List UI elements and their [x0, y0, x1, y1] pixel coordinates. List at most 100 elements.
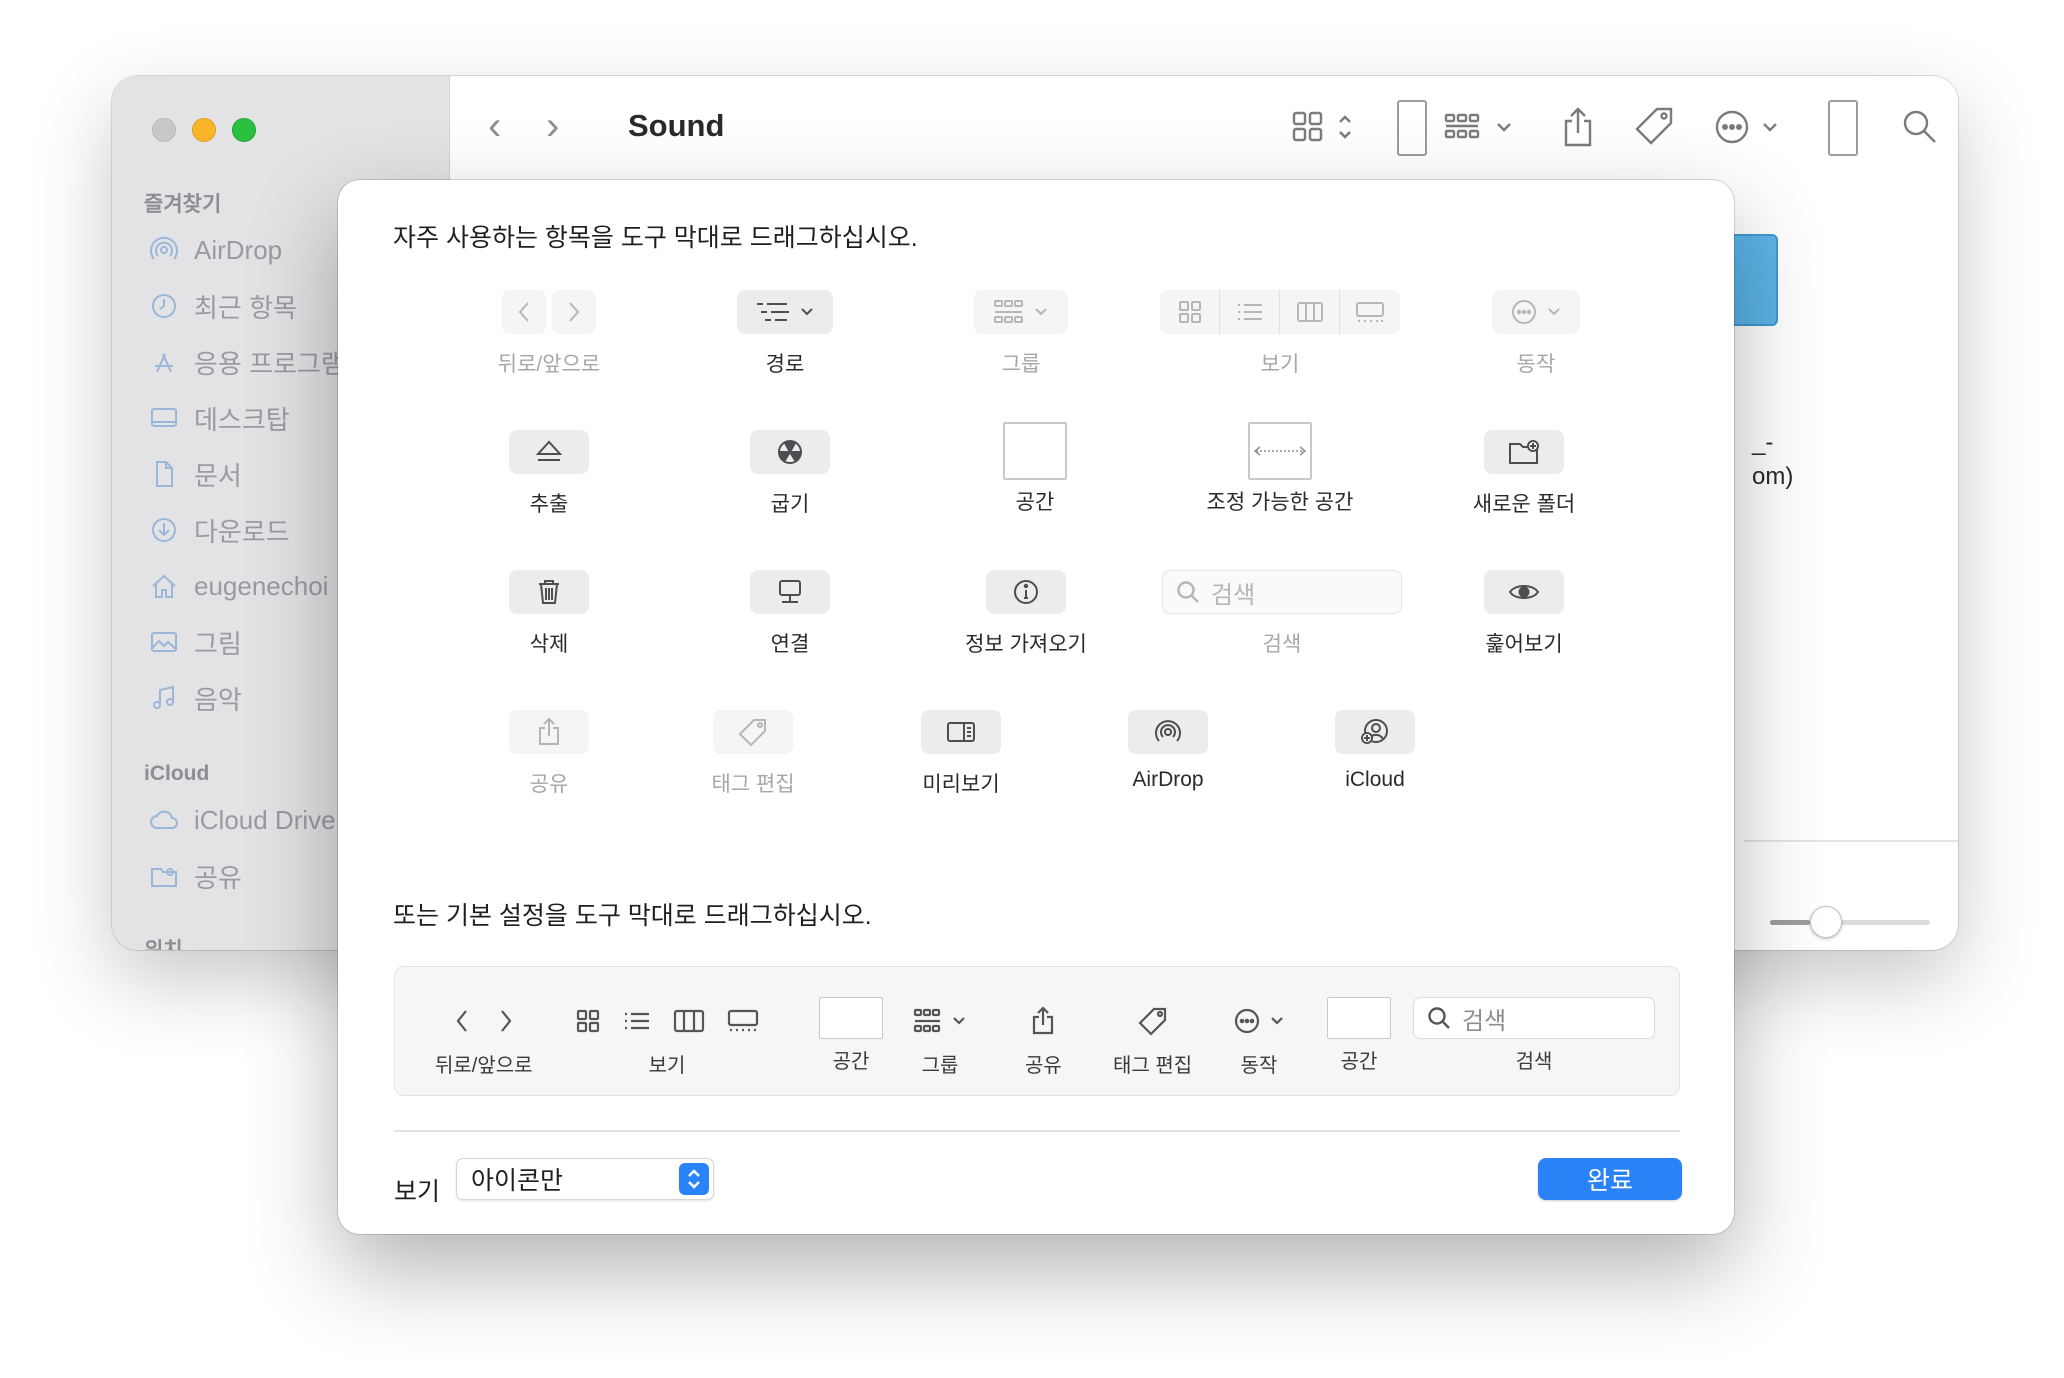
palette-back-forward[interactable]: 뒤로/앞으로 — [439, 290, 659, 378]
search-icon — [1177, 581, 1199, 603]
sidebar-item-label: 다운로드 — [194, 516, 290, 547]
eye-icon — [1508, 585, 1540, 599]
icon-size-slider-knob[interactable] — [1810, 906, 1842, 938]
columns-icon — [673, 1009, 705, 1033]
search-icon — [1428, 1007, 1450, 1029]
default-search: 검색 검색 — [1413, 997, 1655, 1074]
chevron-down-icon — [953, 1017, 965, 1025]
palette-path[interactable]: 경로 — [675, 290, 895, 378]
show-popup-button[interactable]: 아이콘만 — [456, 1158, 714, 1200]
burn-icon — [778, 440, 802, 464]
palette-label: 그룹 — [1001, 353, 1041, 376]
palette-new-folder[interactable]: 새로운 폴더 — [1414, 430, 1634, 518]
connect-server-icon — [779, 580, 801, 603]
back-button[interactable]: ‹ — [488, 106, 501, 146]
music-icon — [148, 682, 180, 714]
sidebar-item-label: 응용 프로그램 — [194, 348, 345, 379]
palette-icloud[interactable]: iCloud — [1265, 710, 1485, 792]
sidebar-item-airdrop[interactable]: AirDrop — [148, 230, 282, 270]
chevron-left-icon — [502, 290, 546, 334]
palette-share[interactable]: 공유 — [439, 710, 659, 798]
share-button[interactable] — [1556, 104, 1600, 150]
close-button[interactable] — [152, 118, 176, 142]
ellipsis-icon — [1234, 1008, 1260, 1034]
forward-button[interactable]: › — [546, 106, 559, 146]
search-placeholder: 검색 — [1462, 1007, 1507, 1035]
sidebar-item-desktop[interactable]: 데스크탑 — [148, 398, 290, 438]
customize-toolbar-sheet: 자주 사용하는 항목을 도구 막대로 드래그하십시오. 뒤로/앞으로 경로 그룹 — [338, 180, 1734, 1234]
sidebar-item-label: eugenechoi — [194, 570, 329, 601]
palette-label: 경로 — [765, 353, 805, 376]
show-popup-value: 아이콘만 — [471, 1167, 564, 1195]
view-mode-button[interactable] — [1288, 104, 1362, 150]
cloud-icon — [148, 804, 180, 836]
group-icon — [994, 300, 1023, 323]
folder-icon[interactable] — [1730, 234, 1778, 326]
toolbar-space — [1828, 100, 1858, 156]
palette-connect[interactable]: 연결 — [680, 570, 900, 658]
palette-airdrop[interactable]: AirDrop — [1058, 710, 1278, 792]
instruction-text: 또는 기본 설정을 도구 막대로 드래그하십시오. — [393, 902, 872, 930]
done-button[interactable]: 완료 — [1538, 1158, 1682, 1200]
palette-eject[interactable]: 추출 — [439, 430, 659, 518]
palette-space[interactable]: 공간 — [925, 422, 1145, 516]
sidebar-item-home[interactable]: eugenechoi — [148, 566, 328, 606]
chevron-left-icon — [456, 1010, 467, 1032]
tag-icon — [1138, 1007, 1166, 1036]
palette-view[interactable]: 보기 — [1150, 290, 1410, 378]
sidebar-item-music[interactable]: 음악 — [148, 678, 242, 718]
palette-label: 훑어보기 — [1485, 633, 1563, 656]
space-box — [1327, 997, 1391, 1039]
sidebar-item-documents[interactable]: 문서 — [148, 454, 242, 494]
palette-get-info[interactable]: 정보 가져오기 — [916, 570, 1136, 658]
palette-search[interactable]: 검색 검색 — [1152, 570, 1412, 658]
icloud-sharing-icon — [1361, 719, 1388, 744]
sidebar-item-icloud-drive[interactable]: iCloud Drive — [148, 800, 336, 840]
default-label: 공간 — [832, 1051, 870, 1073]
palette-flexible-space[interactable]: 조정 가능한 공간 — [1170, 422, 1390, 516]
sidebar-item-downloads[interactable]: 다운로드 — [148, 510, 290, 550]
tags-button[interactable] — [1632, 104, 1678, 150]
palette-action[interactable]: 동작 — [1426, 290, 1646, 378]
document-icon — [148, 458, 180, 490]
sidebar-item-shared[interactable]: 공유 — [148, 856, 242, 896]
palette-label: AirDrop — [1132, 768, 1204, 791]
share-icon — [539, 717, 559, 745]
palette-label: 공유 — [529, 773, 569, 796]
toolbar-space — [1397, 100, 1427, 156]
palette-edit-tags[interactable]: 태그 편집 — [643, 710, 863, 798]
space-box — [1003, 422, 1067, 480]
status-bar-divider — [1744, 840, 1958, 842]
default-label: 검색 — [1515, 1051, 1553, 1073]
sidebar-item-pictures[interactable]: 그림 — [148, 622, 242, 662]
action-button[interactable] — [1712, 104, 1792, 150]
clock-icon — [148, 290, 180, 322]
palette-burn[interactable]: 굽기 — [680, 430, 900, 518]
palette-delete[interactable]: 삭제 — [439, 570, 659, 658]
screen: 즐겨찾기 AirDrop 최근 항목 응용 프로그램 데스크탑 문서 다운로드 … — [0, 0, 2064, 1378]
palette-label: 동작 — [1516, 353, 1556, 376]
search-icon — [1903, 110, 1936, 143]
sidebar-section-favorites: 즐겨찾기 — [144, 193, 222, 216]
search-button[interactable] — [1898, 104, 1942, 150]
default-label: 보기 — [648, 1055, 686, 1077]
group-button[interactable] — [1442, 104, 1522, 150]
palette-quick-look[interactable]: 훑어보기 — [1414, 570, 1634, 658]
sidebar-item-recents[interactable]: 최근 항목 — [148, 286, 297, 326]
ellipsis-icon — [1512, 300, 1536, 324]
default-label: 그룹 — [921, 1055, 959, 1077]
file-name-line: om) — [1752, 463, 1794, 490]
palette-group[interactable]: 그룹 — [911, 290, 1131, 378]
trash-icon — [539, 580, 559, 604]
updown-chevron-icon — [679, 1163, 709, 1195]
group-icon — [1444, 113, 1511, 139]
minimize-button[interactable] — [192, 118, 216, 142]
search-placeholder: 검색 — [1211, 581, 1256, 609]
sidebar-item-applications[interactable]: 응용 프로그램 — [148, 342, 345, 382]
palette-preview[interactable]: 미리보기 — [851, 710, 1071, 798]
chevron-right-icon — [552, 290, 596, 334]
icon-grid-icon — [1160, 290, 1220, 334]
default-toolbar-set[interactable]: 뒤로/앞으로 보기 공간 그룹 공유 태그 편집 동작 공간 검색 검색 — [394, 966, 1680, 1096]
zoom-button[interactable] — [232, 118, 256, 142]
chevron-down-icon — [1035, 308, 1047, 316]
